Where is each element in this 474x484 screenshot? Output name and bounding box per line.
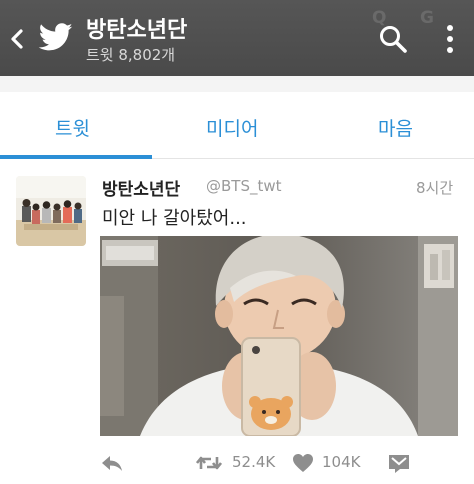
tab-media[interactable]: 미디어 xyxy=(206,114,258,141)
reply-icon[interactable] xyxy=(100,453,124,473)
tweet-media-image[interactable] xyxy=(100,236,458,436)
profile-title: 방탄소년단 xyxy=(86,18,188,43)
search-icon[interactable] xyxy=(378,24,408,54)
heart-icon[interactable] xyxy=(292,453,314,473)
faded-glyph: G xyxy=(420,8,434,28)
profile-tabs: 트윗 미디어 마음 xyxy=(0,92,474,159)
direct-message-icon[interactable] xyxy=(388,452,410,474)
retweet-icon[interactable] xyxy=(196,453,222,473)
avatar-group-photo xyxy=(16,176,86,246)
tweet-author-handle[interactable]: @BTS_twt xyxy=(206,177,282,195)
tab-likes[interactable]: 마음 xyxy=(378,114,413,141)
like-count: 104K xyxy=(322,453,361,471)
header-spacer xyxy=(0,76,474,92)
tweet-author-name[interactable]: 방탄소년단 xyxy=(102,175,180,200)
selected-tab-indicator xyxy=(0,155,152,159)
tab-tweets[interactable]: 트윗 xyxy=(55,114,90,141)
profile-header-bar: 방탄소년단 트윗 8,802개 Q G xyxy=(0,0,474,76)
tweet-count-subtitle: 트윗 8,802개 xyxy=(86,46,176,64)
tweet-timestamp: 8시간 xyxy=(416,179,454,197)
retweet-count: 52.4K xyxy=(232,453,276,471)
tweet-text: 미안 나 갈아탔어... xyxy=(102,208,247,229)
more-icon[interactable] xyxy=(440,22,460,56)
avatar[interactable] xyxy=(16,176,86,246)
twitter-bird-icon[interactable] xyxy=(38,20,74,54)
selfie-photo xyxy=(100,236,458,436)
back-icon[interactable] xyxy=(8,28,26,50)
